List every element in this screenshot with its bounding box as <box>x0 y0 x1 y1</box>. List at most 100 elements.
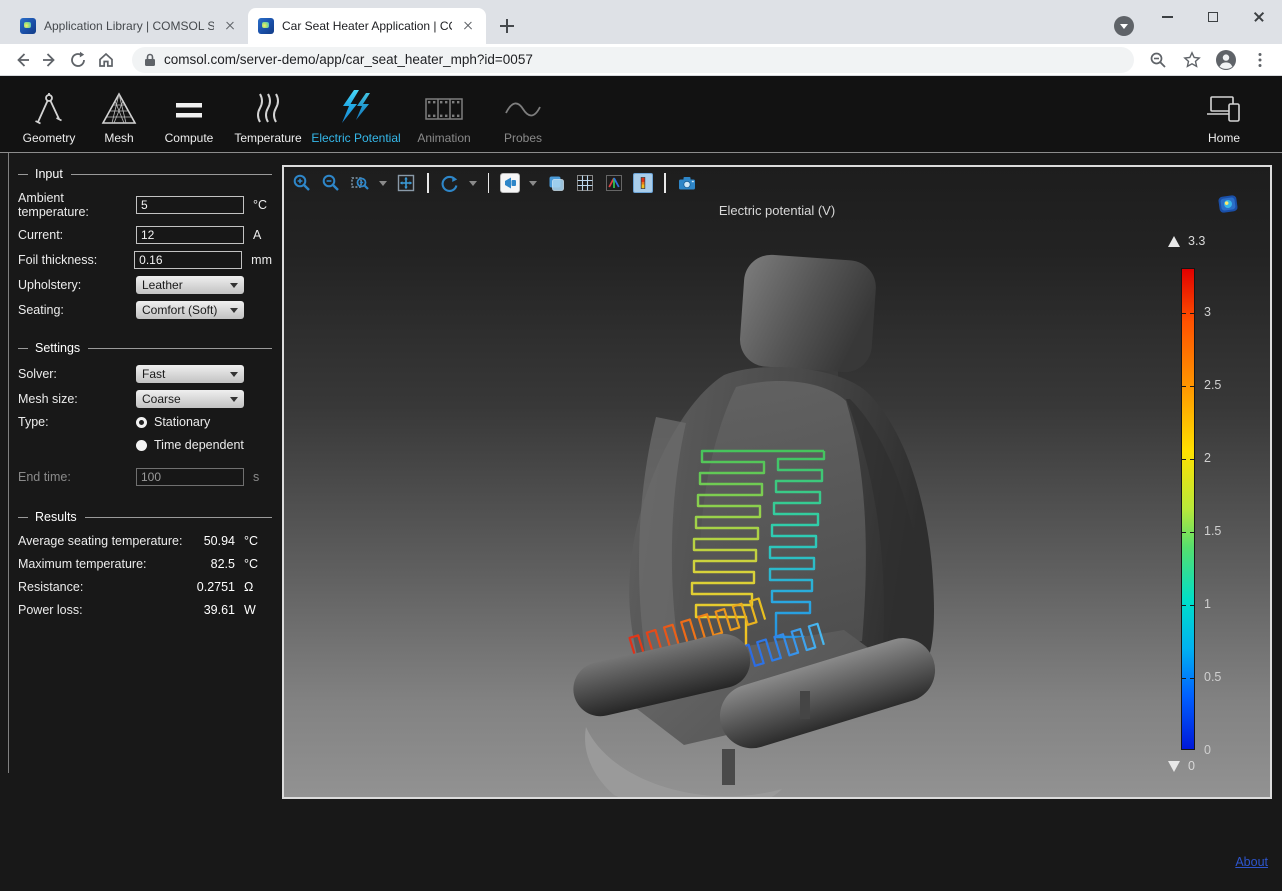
ambient-temperature-label: Ambient temperature: <box>18 191 136 219</box>
chevron-down-icon <box>230 283 238 288</box>
colorbar-tick-label: 1 <box>1204 597 1211 611</box>
comsol-logo-button[interactable] <box>1216 193 1240 215</box>
current-label: Current: <box>18 228 136 242</box>
geometry-compass-icon <box>30 89 68 127</box>
ribbon-electric-potential-button[interactable]: Electric Potential <box>312 76 400 152</box>
solver-dropdown[interactable]: Fast <box>136 365 244 383</box>
rotate-dropdown-caret[interactable] <box>469 181 477 186</box>
upholstery-dropdown[interactable]: Leather <box>136 276 244 294</box>
orientation-axes-icon[interactable] <box>604 173 624 193</box>
mesh-size-dropdown[interactable]: Coarse <box>136 390 244 408</box>
tab-close-icon[interactable] <box>460 18 476 34</box>
current-input[interactable] <box>136 226 244 244</box>
browser-tab-application-library[interactable]: Application Library | COMSOL Se <box>10 8 248 44</box>
end-time-input <box>136 468 244 486</box>
result-unit: W <box>244 603 272 617</box>
snapshot-camera-icon[interactable] <box>677 173 697 193</box>
menu-kebab-icon[interactable] <box>1246 46 1274 74</box>
max-triangle-icon <box>1168 236 1180 247</box>
transparency-icon[interactable] <box>546 173 566 193</box>
window-maximize-button[interactable] <box>1190 0 1236 34</box>
zoom-out-icon[interactable] <box>321 173 341 193</box>
graphics-canvas[interactable]: Electric potential (V) 3.3 3 2.5 2 1.5 1… <box>282 165 1272 799</box>
ribbon-mesh-button[interactable]: Mesh <box>84 76 154 152</box>
graphics-toolbar <box>292 171 697 195</box>
home-devices-icon <box>1204 89 1244 127</box>
result-unit: °C <box>244 557 272 571</box>
browser-tab-car-seat-heater[interactable]: Car Seat Heater Application | CO <box>248 8 486 44</box>
type-radio-stationary[interactable]: Stationary <box>136 415 244 429</box>
grid-icon[interactable] <box>575 173 595 193</box>
seat-leg <box>800 691 810 719</box>
result-value: 0.2751 <box>187 580 235 594</box>
ribbon-compute-button[interactable]: Compute <box>154 76 224 152</box>
ribbon-probes-button[interactable]: Probes <box>488 76 558 152</box>
home-icon[interactable] <box>92 46 120 74</box>
ribbon-temperature-button[interactable]: Temperature <box>224 76 312 152</box>
chevron-down-icon <box>230 372 238 377</box>
window-close-button[interactable] <box>1236 0 1282 34</box>
ambient-temperature-input[interactable] <box>136 196 244 214</box>
plot-title: Electric potential (V) <box>284 203 1270 218</box>
zoom-box-dropdown-caret[interactable] <box>379 181 387 186</box>
ribbon-home-button[interactable]: Home <box>1180 76 1268 152</box>
radio-icon <box>136 440 147 451</box>
ribbon-geometry-button[interactable]: Geometry <box>14 76 84 152</box>
url-text: comsol.com/server-demo/app/car_seat_heat… <box>164 52 533 67</box>
zoom-in-icon[interactable] <box>292 173 312 193</box>
seating-dropdown[interactable]: Comfort (Soft) <box>136 301 244 319</box>
reload-icon[interactable] <box>64 46 92 74</box>
about-link[interactable]: About <box>1235 855 1268 869</box>
result-value: 50.94 <box>187 534 235 548</box>
foil-thickness-input[interactable] <box>134 251 242 269</box>
colorbar-tick-label: 2.5 <box>1204 378 1221 392</box>
result-row-power-loss: Power loss: 39.61 W <box>18 603 272 617</box>
toolbar-separator <box>488 173 490 193</box>
profile-avatar[interactable] <box>1212 46 1240 74</box>
probes-wave-icon <box>503 89 543 127</box>
end-time-unit: s <box>253 470 259 484</box>
zoom-extents-icon[interactable] <box>396 173 416 193</box>
window-minimize-button[interactable] <box>1144 0 1190 34</box>
result-row-resistance: Resistance: 0.2751 Ω <box>18 580 272 594</box>
scene-light-icon[interactable] <box>500 173 520 193</box>
color-legend-toggle[interactable] <box>633 173 653 193</box>
seat-headrest <box>738 253 877 374</box>
comsol-favicon <box>20 18 36 34</box>
colorbar-tick-label: 2 <box>1204 451 1211 465</box>
comsol-favicon <box>258 18 274 34</box>
car-seat-3d-plot <box>284 167 1270 797</box>
temperature-waves-icon <box>251 89 285 127</box>
sidebar-form: Input Ambient temperature: °C Current: A… <box>0 153 288 891</box>
url-omnibox[interactable]: comsol.com/server-demo/app/car_seat_heat… <box>132 47 1134 73</box>
colorbar-tick-label: 1.5 <box>1204 524 1221 538</box>
result-value: 39.61 <box>187 603 235 617</box>
type-label: Type: <box>18 415 136 429</box>
colorbar-tick-label: 0 <box>1204 743 1211 757</box>
rotate-view-icon[interactable] <box>440 173 460 193</box>
chevron-down-icon <box>230 308 238 313</box>
end-time-label: End time: <box>18 470 136 484</box>
tab-title: Car Seat Heater Application | CO <box>282 19 452 33</box>
new-tab-button[interactable] <box>494 13 520 39</box>
lock-icon <box>144 53 156 67</box>
zoom-indicator-icon[interactable] <box>1144 46 1172 74</box>
bookmark-star-icon[interactable] <box>1178 46 1206 74</box>
type-radio-time-dependent[interactable]: Time dependent <box>136 438 244 452</box>
result-row-maximum-temperature: Maximum temperature: 82.5 °C <box>18 557 272 571</box>
forward-icon[interactable] <box>36 46 64 74</box>
seating-label: Seating: <box>18 303 136 317</box>
tab-close-icon[interactable] <box>222 18 238 34</box>
mesh-triangle-icon <box>99 89 139 127</box>
app-content: Input Ambient temperature: °C Current: A… <box>0 152 1282 891</box>
back-icon[interactable] <box>8 46 36 74</box>
electric-potential-bolt-icon <box>338 89 374 127</box>
radio-icon <box>136 417 147 428</box>
toolbar-separator <box>427 173 429 193</box>
scene-light-dropdown-caret[interactable] <box>529 181 537 186</box>
foil-thickness-unit: mm <box>251 253 272 267</box>
zoom-box-icon[interactable] <box>350 173 370 193</box>
tab-search-button[interactable] <box>1114 16 1134 36</box>
seat-leg <box>722 749 735 785</box>
ribbon-animation-button[interactable]: Animation <box>400 76 488 152</box>
